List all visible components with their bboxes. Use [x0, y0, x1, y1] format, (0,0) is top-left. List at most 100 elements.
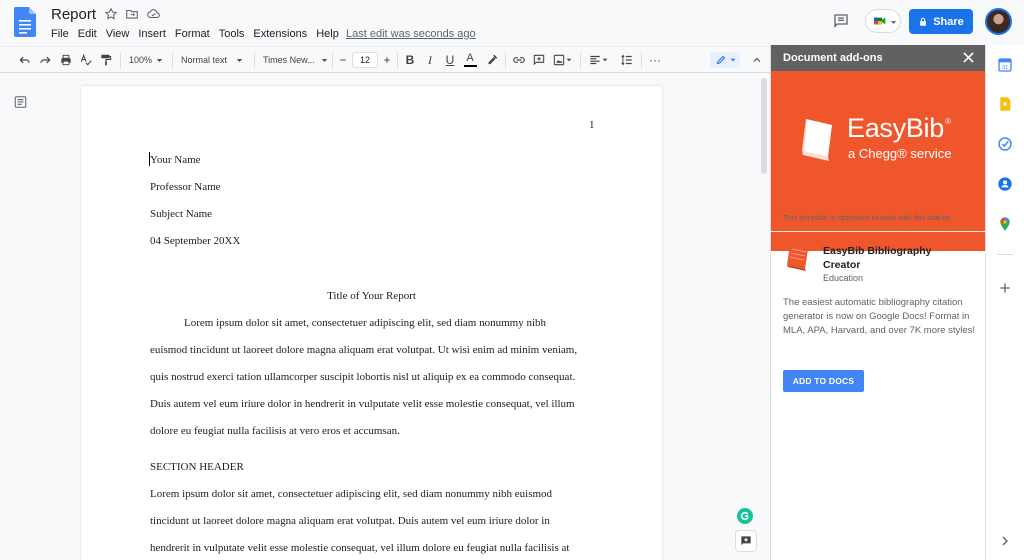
- meet-icon: [874, 17, 886, 25]
- bold-button[interactable]: B: [403, 52, 417, 68]
- share-label: Share: [933, 15, 964, 28]
- side-panel-strip: 31: [985, 45, 1024, 560]
- easybib-banner: EasyBib ® a Chegg® service: [771, 71, 985, 251]
- paragraph-style-select[interactable]: Normal text: [181, 52, 247, 68]
- spellcheck-button[interactable]: [78, 52, 94, 68]
- toolbar-divider: [120, 53, 121, 68]
- text-color-swatch: [463, 65, 477, 67]
- highlight-button[interactable]: [484, 52, 500, 68]
- align-button[interactable]: [586, 52, 610, 68]
- share-button[interactable]: Share: [909, 9, 973, 34]
- decrease-font-size-button[interactable]: −: [337, 52, 349, 68]
- spellcheck-icon: [80, 53, 92, 66]
- addon-description: The easiest automatic bibliography citat…: [783, 297, 976, 336]
- paragraph-line: euismod tincidunt ut laoreet dolore magn…: [150, 344, 578, 356]
- easybib-tagline: a Chegg® service: [848, 146, 952, 161]
- chevron-down-icon: [890, 21, 897, 24]
- page-number: 1: [589, 119, 595, 131]
- header-line-name: Your Name: [150, 154, 201, 166]
- redo-icon: [40, 56, 51, 64]
- explore-button[interactable]: [735, 530, 757, 552]
- menu-insert[interactable]: Insert: [138, 27, 166, 41]
- section-header: SECTION HEADER: [150, 461, 244, 473]
- easybib-book-logo: [802, 119, 832, 161]
- minus-icon: −: [339, 53, 347, 67]
- chevron-down-icon: [321, 58, 327, 62]
- avatar[interactable]: [985, 8, 1012, 35]
- contacts-icon[interactable]: [997, 176, 1013, 192]
- toolbar-divider: [580, 53, 581, 68]
- menu-tools[interactable]: Tools: [219, 27, 245, 41]
- highlighter-icon: [488, 54, 498, 65]
- font-size-input[interactable]: 12: [352, 52, 378, 68]
- font-select[interactable]: Times New...: [263, 52, 329, 68]
- hide-menus-button[interactable]: [750, 52, 764, 68]
- grammarly-icon[interactable]: [737, 508, 753, 524]
- paint-format-button[interactable]: [98, 52, 114, 68]
- star-icon[interactable]: [104, 7, 118, 21]
- keep-icon[interactable]: [997, 96, 1013, 112]
- undo-button[interactable]: [17, 52, 33, 68]
- calendar-icon[interactable]: 31: [997, 57, 1013, 73]
- chevron-down-icon: [566, 58, 572, 62]
- google-docs-window: Report File Edit View Insert Format Tool…: [0, 0, 1024, 560]
- menu-extensions[interactable]: Extensions: [253, 27, 307, 41]
- maps-icon[interactable]: [997, 216, 1013, 232]
- addon-name: EasyBib Bibliography Creator: [823, 245, 932, 271]
- close-icon[interactable]: [963, 52, 974, 63]
- text-color-button[interactable]: A: [463, 52, 477, 68]
- menu-file[interactable]: File: [51, 27, 69, 41]
- add-to-docs-button[interactable]: ADD TO DOCS: [783, 370, 864, 392]
- divider: [997, 254, 1013, 255]
- registered-mark: ®: [945, 117, 951, 126]
- add-icon[interactable]: [997, 280, 1013, 296]
- insert-comment-button[interactable]: [531, 52, 547, 68]
- bold-icon: B: [405, 53, 415, 67]
- cloud-saved-icon[interactable]: [146, 7, 161, 21]
- plus-icon: +: [383, 53, 391, 67]
- line-spacing-icon: [621, 54, 632, 66]
- meet-button[interactable]: [865, 9, 901, 33]
- chevron-down-icon: [236, 58, 243, 62]
- document-title[interactable]: Report: [51, 6, 96, 24]
- underline-icon: U: [445, 53, 455, 67]
- paragraph-line: dolore eu feugiat nulla facilisis at ver…: [150, 425, 400, 437]
- insert-image-button[interactable]: [551, 52, 573, 68]
- addon-category: Education: [823, 273, 864, 283]
- toolbar-divider: [641, 53, 642, 68]
- zoom-select[interactable]: 100%: [128, 52, 164, 68]
- comment-history-icon[interactable]: [832, 12, 850, 30]
- document-page[interactable]: 1 Your Name Professor Name Subject Name …: [81, 86, 662, 560]
- menu-view[interactable]: View: [106, 27, 130, 41]
- editing-mode-button[interactable]: [710, 52, 740, 68]
- move-to-folder-icon[interactable]: [125, 7, 139, 21]
- vertical-scrollbar[interactable]: [761, 78, 767, 174]
- underline-button[interactable]: U: [443, 52, 457, 68]
- increase-font-size-button[interactable]: +: [381, 52, 393, 68]
- header-line-professor: Professor Name: [150, 181, 221, 193]
- top-bar: Report File Edit View Insert Format Tool…: [0, 0, 1024, 46]
- italic-button[interactable]: I: [423, 52, 437, 68]
- line-spacing-button[interactable]: [619, 52, 635, 68]
- paragraph-line: hendrerit in vulputate velit esse molest…: [150, 542, 570, 554]
- menu-edit[interactable]: Edit: [78, 27, 97, 41]
- print-icon: [61, 54, 71, 66]
- toolbar-divider: [505, 53, 506, 68]
- last-edit-link[interactable]: Last edit was seconds ago: [346, 27, 476, 41]
- more-options-button[interactable]: ···: [647, 52, 663, 68]
- insert-link-button[interactable]: [511, 52, 527, 68]
- menu-format[interactable]: Format: [175, 27, 210, 41]
- print-button[interactable]: [58, 52, 74, 68]
- easybib-addon-icon: [787, 245, 808, 271]
- menu-help[interactable]: Help: [316, 27, 339, 41]
- tasks-icon[interactable]: [997, 136, 1013, 152]
- docs-logo-icon[interactable]: [14, 7, 36, 37]
- redo-button[interactable]: [37, 52, 53, 68]
- report-title: Title of Your Report: [327, 290, 416, 302]
- header-line-date: 04 September 20XX: [150, 235, 241, 247]
- document-outline-icon[interactable]: [13, 95, 28, 109]
- paragraph-line: Lorem ipsum dolor sit amet, consectetuer…: [184, 317, 547, 329]
- chevron-down-icon: [602, 58, 608, 62]
- paragraph-line: Lorem ipsum dolor sit amet, consectetuer…: [150, 488, 553, 500]
- expand-chevron-icon[interactable]: [997, 533, 1013, 549]
